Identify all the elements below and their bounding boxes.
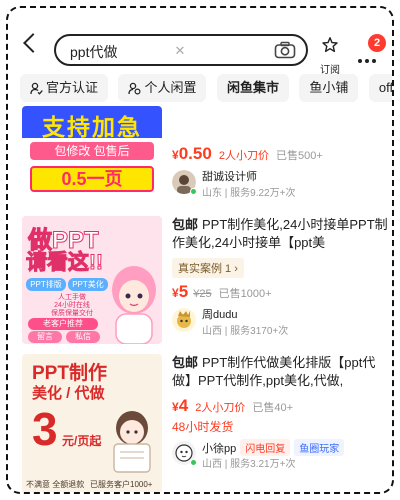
filter-market[interactable]: 闲鱼集市: [216, 74, 289, 102]
thumb-btn: 留言: [28, 331, 62, 343]
seller-service: 服务3170+次: [230, 326, 289, 337]
listing-title[interactable]: 包邮 PPT制作代做美化排版【ppt代做】PPT代制作,ppt美化,代做,: [172, 354, 388, 390]
listing-title[interactable]: 包邮 PPT制作美化,24小时接单PPT制作美化,24小时接单【ppt美: [172, 216, 388, 252]
filter-label: 鱼小铺: [309, 80, 349, 95]
app-frame: ppt代做 ✕ 订阅 2 官方认证 个人闲置 闲鱼集市 鱼小铺 off 支持加急…: [6, 6, 394, 494]
more-icon: [358, 50, 379, 68]
more-button[interactable]: 2: [354, 34, 386, 63]
cartoon-girl-illustration: [112, 266, 156, 344]
filter-label: 闲鱼集市: [226, 80, 279, 95]
price-row: ¥5 ¥25 已售1000+: [172, 282, 388, 302]
listing-image[interactable]: 支持加急 包修改 包售后 0.5一页: [22, 106, 162, 198]
filter-label: 官方认证: [46, 80, 99, 95]
thumb-subline: 包修改 包售后: [30, 142, 154, 160]
price-symbol: ¥: [172, 286, 179, 300]
seller-location: 山西: [202, 326, 222, 337]
thumb-price: 0.5一页: [30, 166, 154, 192]
online-indicator: [190, 188, 197, 195]
price-row: ¥0.50 2人小刀价 已售500+: [172, 144, 388, 164]
want-count: 2人小刀价: [195, 402, 246, 414]
filter-official[interactable]: 官方认证: [20, 74, 109, 102]
subscribe-button[interactable]: 订阅: [312, 36, 348, 76]
online-indicator: [190, 459, 197, 466]
price-symbol: ¥: [172, 148, 179, 162]
fast-reply-badge: 闪电回复: [240, 439, 291, 456]
original-price: ¥25: [193, 288, 212, 300]
seller-service: 服务9.22万+次: [230, 188, 296, 199]
price: 0.50: [178, 144, 212, 163]
price-symbol: ¥: [172, 400, 179, 414]
cartoon-girl-illustration: [113, 411, 151, 473]
filter-personal-idle[interactable]: 个人闲置: [118, 74, 207, 102]
ship-time: 48小时发货: [172, 420, 234, 434]
thumb-tag: PPT排版: [26, 278, 66, 291]
filter-bar: 官方认证 个人闲置 闲鱼集市 鱼小铺 office办: [20, 74, 392, 104]
thumb-unit: 元/页起: [62, 434, 102, 448]
top-bar: ppt代做 ✕ 订阅 2: [8, 8, 392, 76]
seller-name-row: 小徐pp 闪电回复 鱼圈玩家: [202, 439, 345, 456]
thumb-subline: 请看这!!: [26, 251, 104, 275]
filter-label: office办: [378, 80, 392, 95]
seller-name: 甜诚设计师: [202, 171, 257, 183]
want-count: 2人小刀价: [218, 150, 269, 162]
thumb-btn: 私信: [66, 331, 100, 343]
free-shipping-tag: 包邮: [172, 217, 199, 232]
seller-location: 山东: [202, 188, 222, 199]
filter-small-shop[interactable]: 鱼小铺: [299, 74, 359, 102]
listing-image[interactable]: PPT制作 美化 / 代做 3 元/页起 不满意 全额退款 已服务客户1000+: [22, 354, 162, 492]
idle-user-icon: [128, 82, 141, 95]
search-input[interactable]: ppt代做: [70, 42, 117, 62]
seller-row[interactable]: 周dudu 山西 | 服务3170+次: [172, 306, 388, 338]
seller-name: 周dudu: [202, 309, 238, 321]
sold-count: 已售40+: [252, 402, 294, 414]
price: 4: [178, 396, 189, 415]
thumb-banner: 老客户推荐: [28, 318, 98, 330]
seller-row[interactable]: 甜诚设计师 山东 | 服务9.22万+次: [172, 168, 388, 200]
seller-meta: 山西 | 服务3.21万+次: [202, 459, 296, 470]
seller-meta: 山东 | 服务9.22万+次: [202, 188, 296, 199]
seller-service: 服务3.21万+次: [230, 459, 296, 470]
search-box[interactable]: ppt代做 ✕: [54, 34, 308, 66]
listing-info: 包邮 PPT制作美化,24小时接单PPT制作美化,24小时接单【ppt美 真实案例…: [172, 216, 388, 338]
fish-circle-badge: 鱼圈玩家: [294, 439, 345, 456]
listing-info: ¥0.50 2人小刀价 已售500+ 甜诚设计师 山东 | 服务9.22万+次: [172, 140, 388, 200]
seller-name: 小徐pp: [202, 443, 237, 455]
listing-image[interactable]: 做PPT 请看这!! PPT排版 PPT美化 人工手做 24小时在线 保质保量交…: [22, 216, 162, 344]
thumb-tag: PPT美化: [68, 278, 108, 291]
listing-feed: 支持加急 包修改 包售后 0.5一页 ¥0.50 2人小刀价 已售500+ 甜诚…: [8, 106, 392, 492]
free-shipping-tag: 包邮: [172, 355, 199, 370]
seller-avatar[interactable]: [172, 308, 196, 332]
thumb-subline: 美化 / 代做: [32, 385, 105, 402]
thumb-headline: PPT制作: [32, 363, 107, 384]
back-icon[interactable]: [23, 33, 43, 53]
seller-location: 山西: [202, 459, 222, 470]
sold-count: 已售500+: [276, 150, 323, 162]
title-text: PPT制作美化,24小时接单PPT制作美化,24小时接单【ppt美: [172, 217, 388, 250]
thumb-footer: 已服务客户1000+: [90, 480, 153, 489]
title-text: PPT制作代做美化排版【ppt代做】PPT代制作,ppt美化,代做,: [172, 355, 376, 388]
sold-count: 已售1000+: [218, 288, 272, 300]
thumb-note: 人工手做 24小时在线 保质保量交付: [51, 294, 93, 317]
camera-icon[interactable]: [274, 41, 296, 59]
verified-user-icon: [30, 82, 43, 95]
clear-icon[interactable]: ✕: [172, 43, 188, 59]
listing-info: 包邮 PPT制作代做美化排版【ppt代做】PPT代制作,ppt美化,代做, ¥4 …: [172, 354, 388, 471]
seller-row[interactable]: 小徐pp 闪电回复 鱼圈玩家 山西 | 服务3.21万+次: [172, 439, 388, 471]
thumb-headline: 支持加急: [42, 114, 142, 140]
filter-label: 个人闲置: [144, 80, 197, 95]
price: 5: [178, 282, 189, 301]
seller-meta: 山西 | 服务3170+次: [202, 326, 289, 337]
filter-office[interactable]: office办: [368, 74, 392, 102]
real-case-button[interactable]: 真实案例 1 ›: [172, 258, 244, 278]
thumb-big-number: 3: [32, 403, 58, 455]
price-row: ¥4 2人小刀价 已售40+: [172, 396, 388, 416]
notification-badge: 2: [368, 34, 386, 52]
star-plus-icon: [322, 37, 338, 53]
thumb-footer: 不满意 全额退款: [26, 480, 85, 489]
